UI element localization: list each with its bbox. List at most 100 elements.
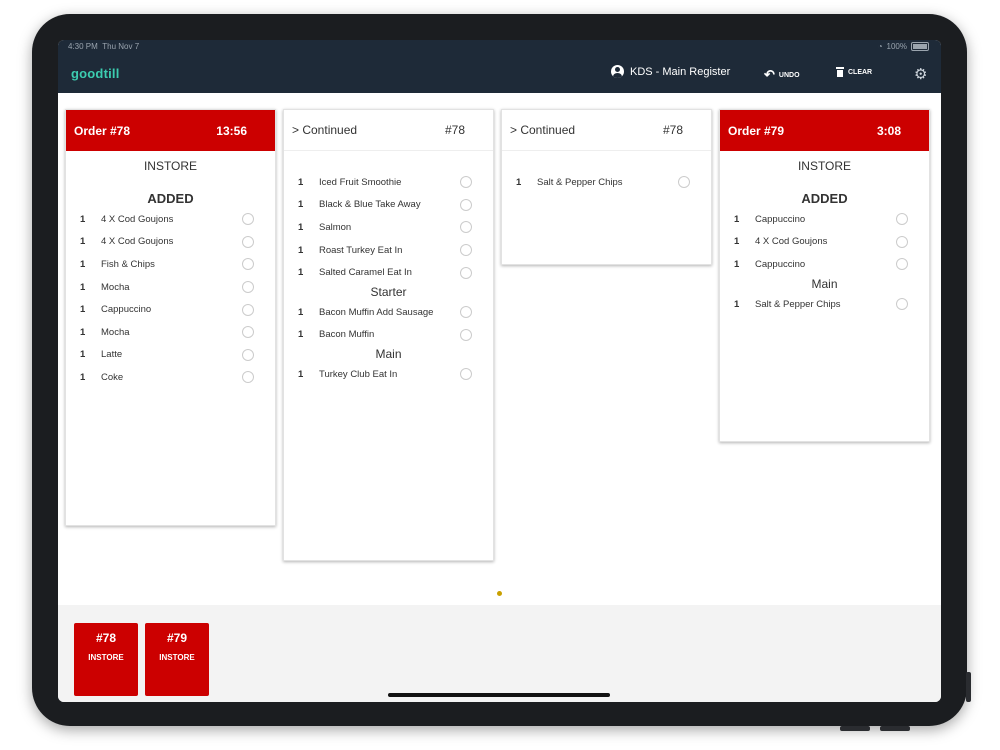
status-time: 4:30 PM Thu Nov 7 (68, 42, 140, 51)
list-item[interactable]: 1 Salt & Pepper Chips (502, 171, 711, 194)
check-circle-icon[interactable] (460, 198, 472, 211)
check-circle-icon[interactable] (242, 348, 254, 361)
check-circle-icon[interactable] (242, 281, 254, 294)
order-type: INSTORE (797, 159, 852, 173)
item-qty: 1 (298, 267, 304, 279)
register-selector[interactable]: KDS - Main Register (611, 65, 730, 78)
check-circle-icon[interactable] (460, 328, 472, 341)
section-label: ADDED (147, 191, 194, 206)
list-item[interactable]: 1 4 X Cod Goujons (66, 231, 275, 254)
tile-order-type: INSTORE (88, 653, 124, 662)
check-circle-icon[interactable] (678, 176, 690, 189)
order-tile[interactable]: #79 INSTORE (145, 623, 209, 696)
list-item[interactable]: 1 Cappuccino (66, 298, 275, 321)
item-qty: 1 (80, 349, 86, 361)
check-circle-icon[interactable] (896, 235, 908, 248)
order-number: Order #78 (74, 123, 131, 138)
list-item[interactable]: 1 Salt & Pepper Chips (720, 293, 929, 316)
check-circle-icon[interactable] (242, 303, 254, 316)
list-item[interactable]: 1 Fish & Chips (66, 253, 275, 276)
list-item[interactable]: 1 Mocha (66, 276, 275, 299)
item-name: 4 X Cod Goujons (101, 236, 174, 248)
list-item[interactable]: 1 Bacon Muffin Add Sausage (284, 301, 493, 324)
item-name: Bacon Muffin Add Sausage (319, 306, 434, 318)
ticket-header: Order #79 3:08 (720, 110, 929, 151)
list-item[interactable]: 1 Roast Turkey Eat In (284, 239, 493, 262)
tile-order-number: #78 (95, 631, 117, 645)
item-qty: 1 (734, 213, 740, 225)
check-circle-icon[interactable] (242, 235, 254, 248)
check-circle-icon[interactable] (242, 371, 254, 384)
order-number: Order #79 (728, 123, 785, 138)
item-name: Black & Blue Take Away (319, 199, 421, 211)
check-circle-icon[interactable] (242, 326, 254, 339)
continued-label: > Continued (292, 123, 358, 137)
item-qty: 1 (516, 176, 522, 188)
order-number: #78 (444, 123, 465, 137)
undo-button[interactable]: ↶ UNDO (764, 67, 800, 83)
clear-button[interactable]: CLEAR (836, 67, 872, 77)
list-item[interactable]: 1 Black & Blue Take Away (284, 194, 493, 217)
check-circle-icon[interactable] (242, 258, 254, 271)
list-item[interactable]: 1 Salmon (284, 216, 493, 239)
list-item[interactable]: 1 4 X Cod Goujons (66, 208, 275, 231)
item-qty: 1 (298, 306, 304, 318)
battery-icon (911, 42, 929, 51)
trash-icon (836, 67, 844, 77)
item-qty: 1 (80, 213, 86, 225)
list-item[interactable]: 1 Bacon Muffin (284, 324, 493, 347)
check-circle-icon[interactable] (896, 213, 908, 226)
order-type: INSTORE (143, 159, 198, 173)
battery-percent: 100% (886, 42, 907, 51)
order-timer: 13:56 (216, 123, 247, 138)
item-qty: 1 (80, 258, 86, 270)
item-qty: 1 (298, 368, 304, 380)
item-name: Iced Fruit Smoothie (319, 176, 402, 188)
order-ticket[interactable]: Order #79 3:08 INSTORE ADDED 1 Cappuccino… (719, 109, 930, 442)
order-tiles-bar: #78 INSTORE #79 INSTORE (58, 605, 941, 702)
app-header: goodtill KDS - Main Register ↶ UNDO CLEA… (58, 54, 941, 93)
order-number: #78 (662, 123, 683, 137)
item-name: Latte (101, 349, 123, 361)
check-circle-icon[interactable] (460, 176, 472, 189)
order-ticket[interactable]: Order #78 13:56 INSTORE ADDED 1 4 X Cod G… (65, 109, 276, 526)
app-logo: goodtill (71, 66, 120, 81)
list-item[interactable]: 1 4 X Cod Goujons (720, 231, 929, 254)
item-qty: 1 (80, 281, 86, 293)
check-circle-icon[interactable] (460, 306, 472, 319)
check-circle-icon[interactable] (242, 213, 254, 226)
list-item[interactable]: 1 Iced Fruit Smoothie (284, 171, 493, 194)
gear-icon[interactable]: ⚙ (914, 67, 927, 82)
check-circle-icon[interactable] (896, 258, 908, 271)
undo-icon: ↶ (764, 67, 775, 82)
list-item[interactable]: 1 Turkey Club Eat In (284, 363, 493, 386)
order-tile[interactable]: #78 INSTORE (74, 623, 138, 696)
order-ticket[interactable]: > Continued #78 1 Iced Fruit Smoothie 1 Bl… (283, 109, 494, 561)
item-name: Coke (101, 371, 124, 383)
check-circle-icon[interactable] (460, 368, 472, 381)
register-name: KDS - Main Register (630, 65, 731, 78)
check-circle-icon[interactable] (460, 221, 472, 234)
ticket-header: Order #78 13:56 (66, 110, 275, 151)
check-circle-icon[interactable] (460, 244, 472, 257)
ticket-header: > Continued #78 (502, 110, 711, 151)
list-item[interactable]: 1 Cappuccino (720, 208, 929, 231)
item-name: Fish & Chips (101, 258, 155, 270)
check-circle-icon[interactable] (896, 298, 908, 311)
check-circle-icon[interactable] (460, 266, 472, 279)
list-item[interactable]: 1 Cappuccino (720, 253, 929, 276)
user-icon (611, 65, 624, 78)
item-name: Bacon Muffin (319, 329, 375, 341)
home-indicator[interactable] (388, 693, 610, 697)
course-label-main: Main (811, 276, 838, 291)
item-qty: 1 (80, 304, 86, 316)
item-qty: 1 (734, 236, 740, 248)
item-name: Salmon (319, 221, 352, 233)
item-name: 4 X Cod Goujons (101, 213, 174, 225)
list-item[interactable]: 1 Latte (66, 344, 275, 367)
list-item[interactable]: 1 Salted Caramel Eat In (284, 261, 493, 284)
list-item[interactable]: 1 Mocha (66, 321, 275, 344)
list-item[interactable]: 1 Coke (66, 366, 275, 389)
order-ticket[interactable]: > Continued #78 1 Salt & Pepper Chips (501, 109, 712, 265)
item-qty: 1 (80, 236, 86, 248)
